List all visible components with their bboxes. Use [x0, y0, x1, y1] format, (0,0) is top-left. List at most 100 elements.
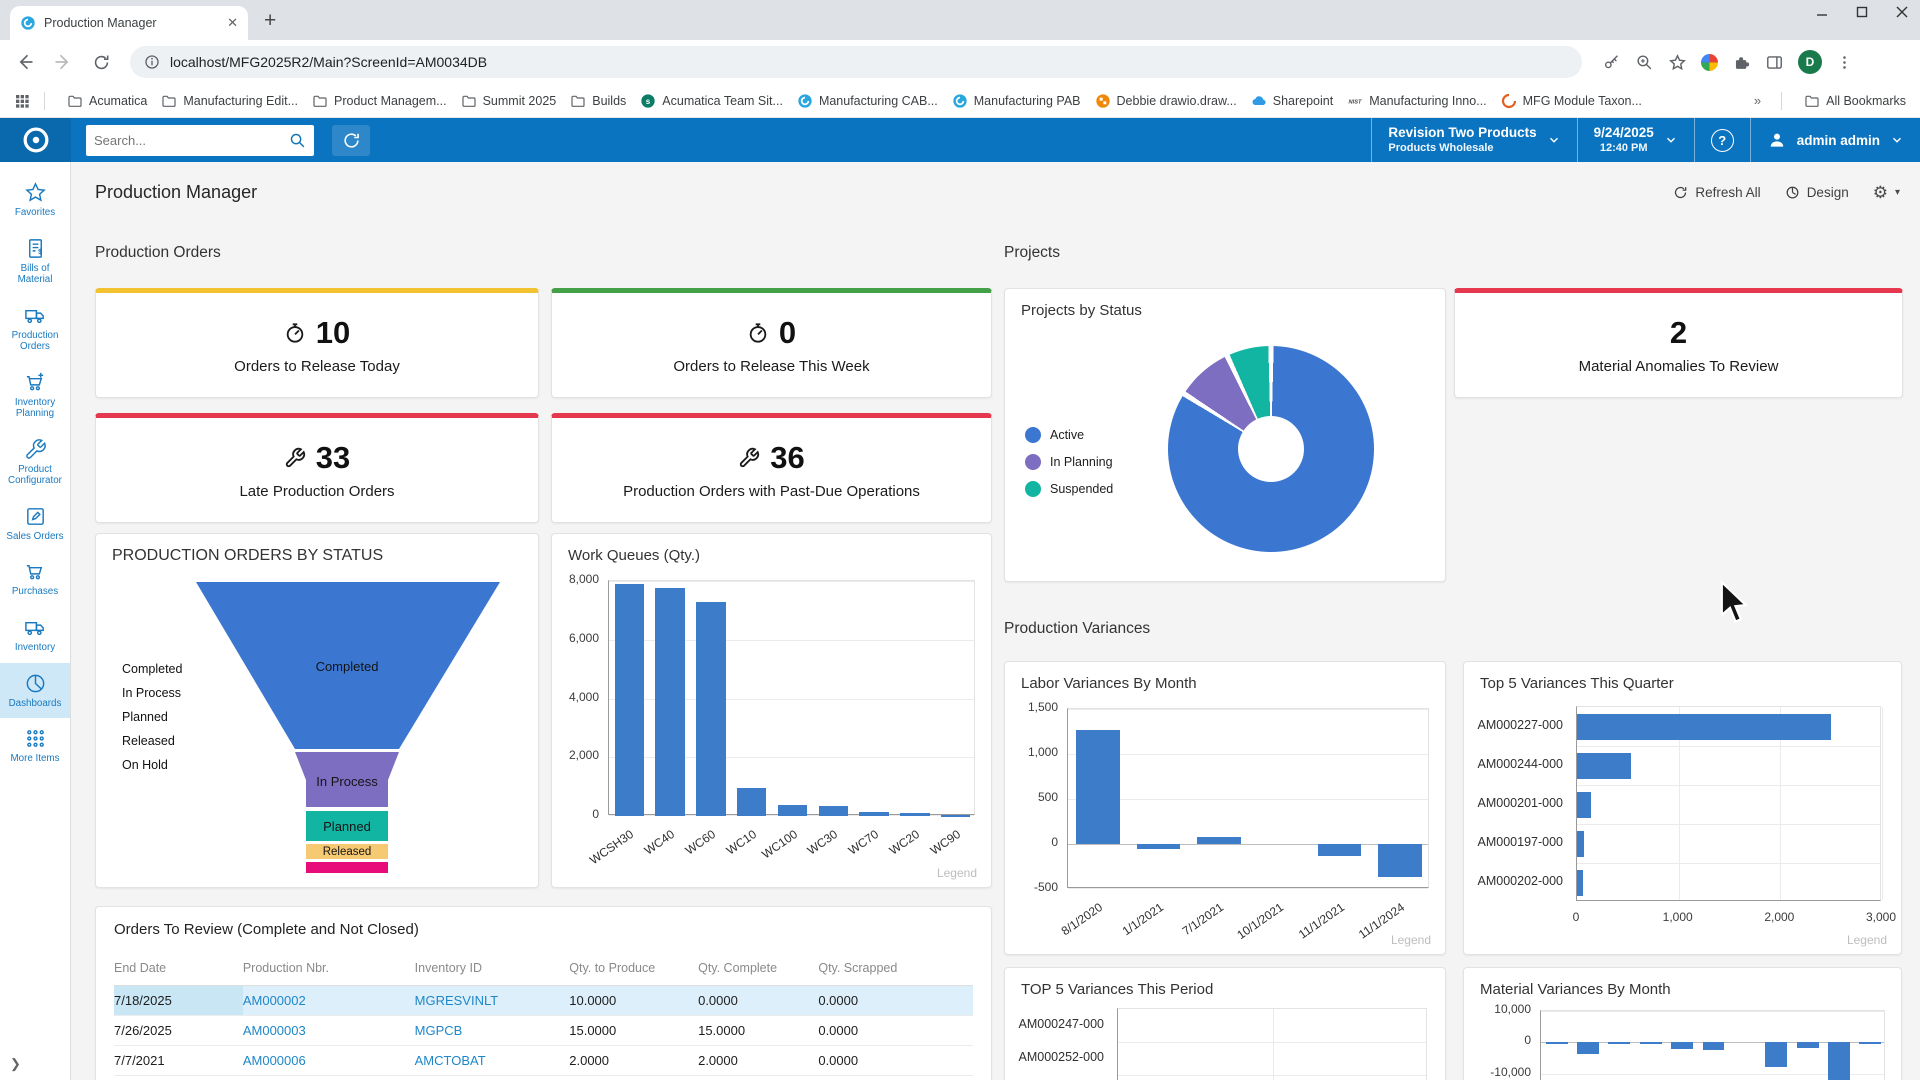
orders-table: End Date Production Nbr. Inventory ID Qt…: [114, 951, 973, 1080]
bookmark-item[interactable]: Manufacturing Edit...: [161, 93, 298, 109]
bookmarks-overflow-icon[interactable]: »: [1754, 93, 1761, 108]
sidebar-item-inventory[interactable]: Inventory: [0, 607, 70, 663]
chart-title: Projects by Status: [1021, 302, 1142, 319]
acumatica-icon: [952, 93, 968, 109]
chart-labor-variances[interactable]: Labor Variances By Month -50005001,0001,…: [1004, 661, 1446, 955]
bookmark-item[interactable]: NISTManufacturing Inno...: [1347, 93, 1486, 109]
inventory-id-link[interactable]: MGRESVINLT: [415, 993, 499, 1008]
business-date-selector[interactable]: 9/24/2025 12:40 PM: [1577, 118, 1694, 162]
tab-close-icon[interactable]: ✕: [227, 15, 238, 31]
chart-work-queues[interactable]: Work Queues (Qty.) 02,0004,0006,0008,000…: [551, 533, 992, 888]
orders-to-review-card[interactable]: Orders To Review (Complete and Not Close…: [95, 906, 992, 1080]
new-tab-button[interactable]: +: [264, 10, 276, 31]
bar: [1608, 1042, 1630, 1044]
table-row[interactable]: 7/21/2025AM000008AMTOOLOSP100.00000.0000…: [114, 1075, 973, 1080]
inventory-id-link[interactable]: MGPCB: [415, 1023, 463, 1038]
reload-icon[interactable]: [86, 47, 116, 77]
plot-area: [1576, 706, 1881, 901]
bookmark-item[interactable]: MFG Module Taxon...: [1501, 93, 1642, 109]
svg-text:s: s: [646, 97, 651, 106]
bar: [615, 584, 644, 816]
sidebar-item-bills-of-material[interactable]: $Bills of Material: [0, 228, 70, 295]
forward-icon[interactable]: [48, 47, 78, 77]
password-key-icon[interactable]: [1602, 53, 1621, 72]
chart-production-orders-by-status[interactable]: PRODUCTION ORDERS BY STATUS CompletedIn …: [95, 533, 539, 888]
zoom-icon[interactable]: [1635, 53, 1654, 72]
chart-material-variances[interactable]: Material Variances By Month 10,0000-10,0…: [1463, 967, 1902, 1080]
tenant-selector[interactable]: Revision Two Products Products Wholesale: [1371, 118, 1576, 162]
browser-tab[interactable]: Production Manager ✕: [10, 6, 248, 40]
bookmark-item[interactable]: Manufacturing PAB: [952, 93, 1081, 109]
sidebar-item-purchases[interactable]: Purchases: [0, 551, 70, 607]
apps-grid-icon[interactable]: [14, 93, 30, 109]
bookmark-item[interactable]: Manufacturing CAB...: [797, 93, 938, 109]
dashboard-settings-button[interactable]: ⚙ ▾: [1873, 184, 1900, 201]
address-bar[interactable]: localhost/MFG2025R2/Main?ScreenId=AM0034…: [130, 46, 1582, 78]
chart-projects-by-status[interactable]: Projects by Status ActiveIn PlanningSusp…: [1004, 288, 1446, 582]
bookmark-item[interactable]: Builds: [570, 93, 626, 109]
all-bookmarks[interactable]: All Bookmarks: [1804, 93, 1906, 109]
sidebar-item-inventory-planning[interactable]: Inventory Planning: [0, 362, 70, 429]
edit-icon: [24, 505, 47, 528]
table-row[interactable]: 7/7/2021AM000006AMCTOBAT2.00002.00000.00…: [114, 1045, 973, 1075]
tenant-name: Revision Two Products: [1388, 125, 1536, 142]
bookmark-item[interactable]: Debbie drawio.draw...: [1095, 93, 1237, 109]
search-icon[interactable]: [289, 132, 306, 149]
browser-menu-icon[interactable]: [1836, 54, 1853, 71]
legend-item: Active: [1025, 427, 1084, 443]
sidebar-expand-icon[interactable]: ❯: [0, 1048, 70, 1080]
production-nbr-link[interactable]: AM000003: [243, 1023, 306, 1038]
sidebar-item-favorites[interactable]: Favorites: [0, 172, 70, 228]
business-date: 9/24/2025: [1594, 125, 1654, 142]
kpi-orders-release-today[interactable]: 10 Orders to Release Today: [95, 288, 539, 398]
extensions-puzzle-icon[interactable]: [1732, 53, 1751, 72]
bookmark-item[interactable]: Summit 2025: [461, 93, 557, 109]
bar: [1378, 844, 1421, 877]
kpi-late-production-orders[interactable]: 33 Late Production Orders: [95, 413, 539, 523]
chart-top5-variances-period[interactable]: TOP 5 Variances This Period AM000247-000…: [1004, 967, 1446, 1080]
user-menu[interactable]: admin admin: [1750, 118, 1920, 162]
sidebar-item-product-configurator[interactable]: Product Configurator: [0, 429, 70, 496]
window-maximize-icon[interactable]: [1856, 6, 1868, 18]
acumatica-logo[interactable]: [0, 118, 71, 162]
chart-top5-variances-quarter[interactable]: Top 5 Variances This Quarter 01,0002,000…: [1463, 661, 1902, 955]
profile-avatar[interactable]: D: [1798, 50, 1822, 74]
bar: [1137, 844, 1180, 849]
site-info-icon[interactable]: [144, 54, 160, 70]
search-input[interactable]: [94, 133, 289, 148]
sidebar-item-dashboards[interactable]: Dashboards: [0, 663, 70, 719]
sidebar-item-more-items[interactable]: More Items: [0, 718, 70, 774]
kpi-material-anomalies[interactable]: 2 Material Anomalies To Review: [1454, 288, 1903, 398]
bookmark-item[interactable]: sAcumatica Team Sit...: [640, 93, 783, 109]
user-name: admin admin: [1797, 133, 1880, 148]
bar: [778, 805, 807, 816]
bookmark-item[interactable]: Sharepoint: [1251, 93, 1333, 109]
global-search[interactable]: [86, 125, 314, 156]
back-icon[interactable]: [10, 47, 40, 77]
kpi-orders-release-week[interactable]: 0 Orders to Release This Week: [551, 288, 992, 398]
side-panel-icon[interactable]: [1765, 53, 1784, 72]
design-button[interactable]: Design: [1785, 185, 1849, 200]
bookmark-star-icon[interactable]: [1668, 53, 1687, 72]
bookmark-item[interactable]: Product Managem...: [312, 93, 447, 109]
table-row[interactable]: 7/26/2025AM000003MGPCB15.000015.00000.00…: [114, 1015, 973, 1045]
grid-icon: [24, 727, 47, 750]
legend-item: Suspended: [1025, 481, 1113, 497]
window-minimize-icon[interactable]: [1816, 6, 1828, 18]
production-nbr-link[interactable]: AM000002: [243, 993, 306, 1008]
table-header-row: End Date Production Nbr. Inventory ID Qt…: [114, 951, 973, 985]
business-date-icon[interactable]: [332, 125, 370, 156]
cloud-icon: [1251, 93, 1267, 109]
sidebar-item-sales-orders[interactable]: Sales Orders: [0, 496, 70, 552]
window-close-icon[interactable]: [1896, 6, 1908, 18]
bookmark-item[interactable]: Acumatica: [67, 93, 147, 109]
help-button[interactable]: ?: [1694, 118, 1750, 162]
sidebar-item-production-orders[interactable]: Production Orders: [0, 295, 70, 362]
inventory-id-link[interactable]: AMCTOBAT: [415, 1053, 486, 1068]
mouse-cursor: [1718, 580, 1754, 628]
table-row[interactable]: 7/18/2025AM000002MGRESVINLT10.00000.0000…: [114, 985, 973, 1015]
production-nbr-link[interactable]: AM000006: [243, 1053, 306, 1068]
refresh-all-button[interactable]: Refresh All: [1673, 185, 1760, 200]
kpi-past-due-operations[interactable]: 36 Production Orders with Past-Due Opera…: [551, 413, 992, 523]
extension-colored-icon[interactable]: [1701, 54, 1718, 71]
